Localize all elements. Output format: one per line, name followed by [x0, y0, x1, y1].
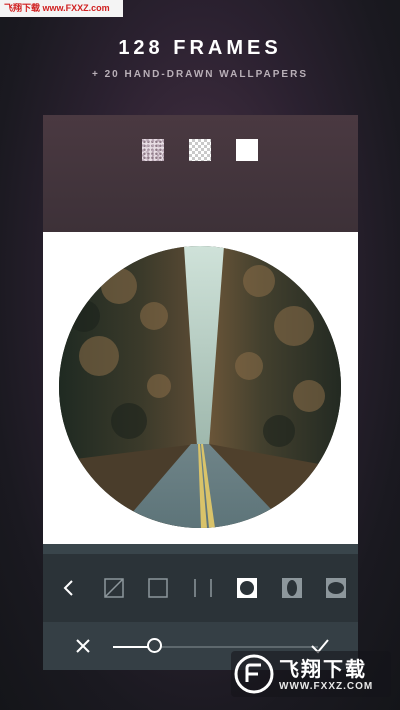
watermark-url: WWW.FXXZ.COM — [279, 681, 374, 692]
close-icon[interactable] — [73, 636, 93, 656]
circle-frame-icon[interactable] — [236, 577, 258, 599]
diagonal-frame-icon[interactable] — [103, 577, 125, 599]
app-screen — [43, 115, 358, 670]
watermark-logo-icon — [234, 654, 274, 694]
background-swatch-bar — [43, 115, 358, 232]
watermark-title: 飞翔下载 — [279, 659, 367, 681]
watermark-badge: 飞翔下载 WWW.FXXZ.COM — [231, 651, 391, 697]
border-slider[interactable] — [113, 638, 318, 653]
frame-canvas — [43, 232, 358, 544]
rounded-frame-icon[interactable] — [325, 577, 347, 599]
swatch-speckle-texture[interactable] — [142, 139, 164, 161]
back-chevron-icon[interactable] — [58, 577, 80, 599]
side-bars-frame-icon[interactable] — [192, 577, 214, 599]
swatch-transparent[interactable] — [189, 139, 211, 161]
divider-band — [43, 544, 358, 554]
oval-frame-icon[interactable] — [281, 577, 303, 599]
forest-road-photo — [59, 246, 341, 528]
square-frame-icon[interactable] — [147, 577, 169, 599]
framed-photo — [59, 246, 341, 528]
watermark-top: 飞翔下载 www.FXXZ.com — [0, 0, 123, 17]
promo-title: 128 FRAMES — [118, 37, 282, 59]
swatch-white[interactable] — [236, 139, 258, 161]
frame-toolbar — [43, 554, 358, 622]
promo-subtitle: + 20 HAND-DRAWN WALLPAPERS — [92, 69, 308, 80]
slider-thumb[interactable] — [147, 638, 162, 653]
